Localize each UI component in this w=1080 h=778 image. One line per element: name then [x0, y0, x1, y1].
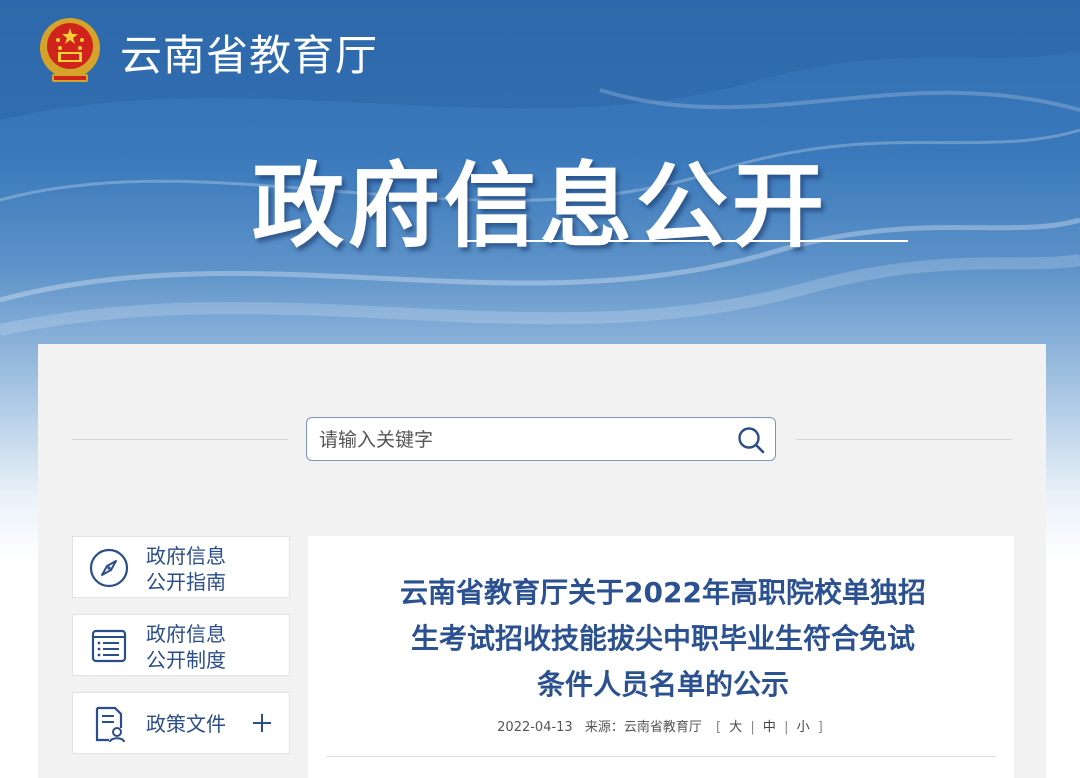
title-underline [460, 240, 908, 242]
sidebar-item-label: 政府信息 公开制度 [146, 622, 226, 672]
plus-icon[interactable] [251, 712, 273, 734]
page-title: 政府信息公开 [251, 153, 828, 260]
search-input[interactable] [317, 418, 721, 462]
sidebar-item-policy-documents[interactable]: 政策文件 [72, 692, 290, 754]
main-panel: 政府信息 公开指南 政府信息 公开制度 政策文件 [38, 344, 1046, 778]
policy-document-icon [95, 706, 125, 743]
sidebar-item-disclosure-system[interactable]: 政府信息 公开制度 [72, 614, 290, 676]
article-divider [326, 756, 996, 757]
article-meta: 2022-04-13 来源：云南省教育厅 [ 大 | 中 | 小 ] [308, 716, 1014, 735]
article-card: 云南省教育厅关于2022年高职院校单独招 生考试招收技能拔尖中职毕业生符合免试 … [308, 536, 1014, 778]
search-icon[interactable] [737, 426, 765, 454]
article-source: 来源：云南省教育厅 [584, 720, 702, 735]
national-emblem-icon [40, 18, 100, 82]
compass-icon [89, 548, 129, 588]
font-size-small-button[interactable]: 小 [797, 720, 810, 735]
list-document-icon [91, 629, 127, 663]
search-divider-right [796, 439, 1012, 440]
search-box [306, 417, 776, 462]
font-size-large-button[interactable]: 大 [729, 720, 742, 735]
sidebar-item-label: 政府信息 公开指南 [146, 544, 226, 594]
article-date: 2022-04-13 [497, 720, 573, 735]
font-size-controls: [ 大 | 中 | 小 ] [716, 720, 823, 735]
sidebar-item-disclosure-guide[interactable]: 政府信息 公开指南 [72, 536, 290, 598]
article-title: 云南省教育厅关于2022年高职院校单独招 生考试招收技能拔尖中职毕业生符合免试 … [400, 576, 926, 701]
org-name: 云南省教育厅 [120, 31, 379, 80]
font-size-medium-button[interactable]: 中 [763, 720, 776, 735]
sidebar-item-label: 政策文件 [146, 712, 226, 736]
search-divider-left [72, 439, 288, 440]
